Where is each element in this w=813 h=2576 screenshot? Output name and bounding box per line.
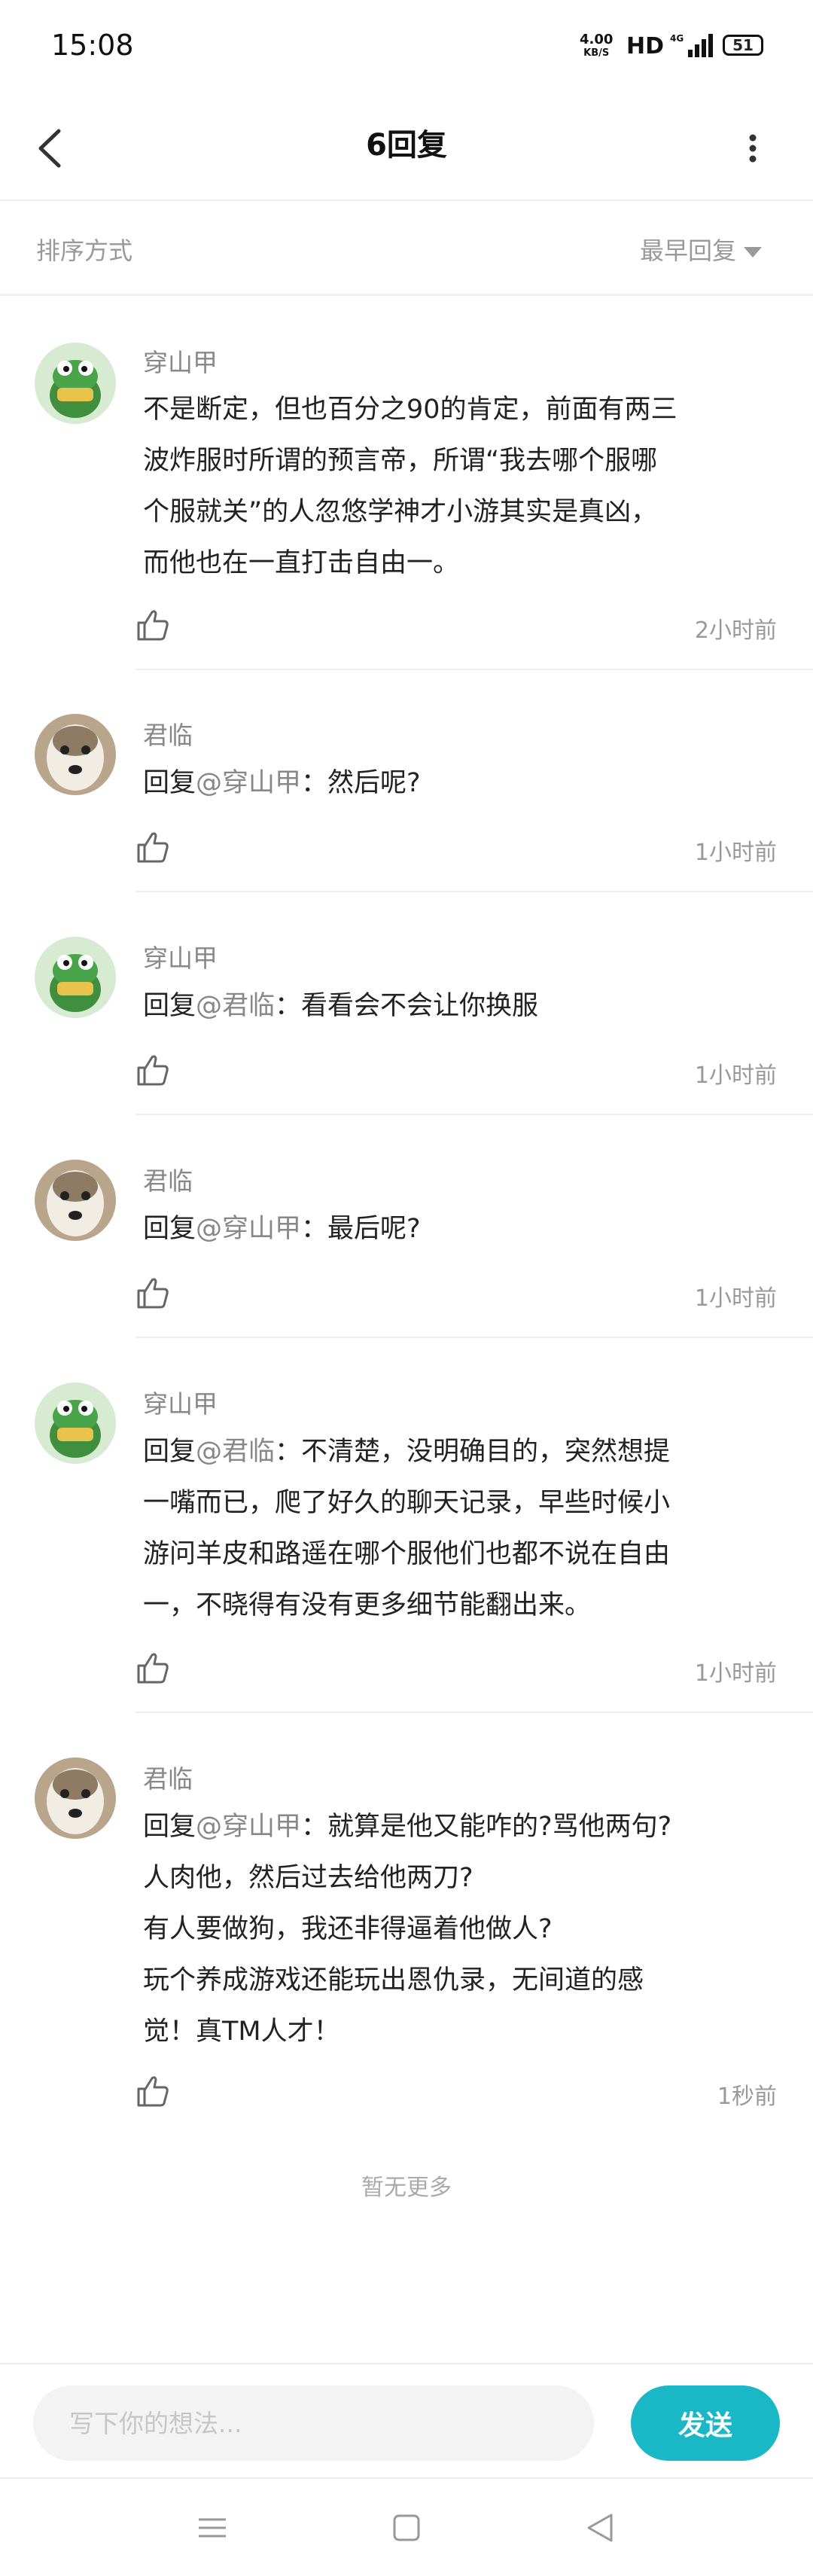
comment-time: 1小时前: [694, 1062, 777, 1089]
comment-time: 2小时前: [694, 617, 777, 644]
comment-author[interactable]: 君临: [143, 1161, 193, 1197]
sort-dropdown[interactable]: 最早回复: [640, 232, 763, 267]
svg-text:4G: 4G: [670, 33, 684, 44]
menu-icon: [199, 2518, 226, 2538]
back-nav-button[interactable]: [571, 2501, 631, 2554]
like-button[interactable]: [134, 1649, 172, 1687]
more-options-button[interactable]: [730, 114, 775, 182]
comment-time: 1小时前: [694, 1660, 777, 1687]
status-bar: 15:08 4.00 KB/S HD 4G 51: [0, 0, 813, 98]
avatar[interactable]: [35, 1757, 116, 1839]
send-button[interactable]: 发送: [631, 2385, 780, 2461]
comment-content: 回复@君临：看看会不会让你换服: [143, 991, 539, 1021]
comment-content: 回复@穿山甲：就算是他又能咋的?骂他两句? 人肉他，然后过去给他两刀? 有人要做…: [143, 1812, 672, 2047]
thumbs-up-icon: [137, 1055, 169, 1086]
thumbs-up-icon: [137, 2076, 169, 2107]
avatar[interactable]: [35, 1383, 116, 1464]
mention-link[interactable]: @君临: [196, 991, 275, 1021]
like-button[interactable]: [134, 1051, 172, 1089]
avatar[interactable]: [35, 343, 116, 424]
sort-label: 排序方式: [36, 236, 133, 265]
green-frog-avatar-icon: [35, 343, 116, 424]
status-time: 15:08: [51, 29, 134, 62]
comment-content: 不是断定，但也百分之90的肯定，前面有两三 波炸服时所谓的预言帝，所谓“我去哪个…: [143, 395, 678, 578]
more-vertical-icon: [749, 134, 757, 163]
thumbs-up-icon: [137, 1653, 169, 1684]
sort-selected-value: 最早回复: [640, 236, 737, 265]
signal-icon: 4G: [670, 32, 717, 59]
system-nav-bar: [0, 2477, 813, 2576]
mention-link[interactable]: @穿山甲: [196, 768, 301, 798]
reply-bar: 发送: [0, 2363, 813, 2477]
mention-link[interactable]: @君临: [196, 1437, 275, 1467]
like-button[interactable]: [134, 2072, 172, 2110]
comment-content: 回复@穿山甲：最后呢?: [143, 1214, 421, 1244]
comment-content: 回复@君临：不清楚，没明确目的，突然想提 一嘴而已，爬了好久的聊天记录，早些时候…: [143, 1437, 671, 1620]
comment-content: 回复@穿山甲：然后呢?: [143, 768, 421, 798]
menu-nav-button[interactable]: [182, 2501, 242, 2554]
sort-bar: 排序方式 最早回复: [0, 202, 813, 294]
avatar[interactable]: [35, 714, 116, 795]
comment-author[interactable]: 穿山甲: [143, 343, 218, 379]
dog-avatar-icon: [35, 714, 116, 795]
comment-author[interactable]: 君临: [143, 1759, 193, 1795]
comment-divider: [136, 1114, 813, 1115]
reply-input[interactable]: [33, 2385, 594, 2461]
comment-time: 1小时前: [694, 840, 777, 866]
back-triangle-icon: [587, 2514, 613, 2542]
comment-divider: [136, 669, 813, 670]
header: 6回复: [0, 98, 813, 200]
home-square-icon: [393, 2514, 420, 2541]
like-button[interactable]: [134, 606, 172, 644]
thumbs-up-icon: [137, 832, 169, 863]
like-button[interactable]: [134, 828, 172, 866]
thumbs-up-icon: [137, 1278, 169, 1309]
dog-avatar-icon: [35, 1757, 116, 1839]
thumbs-up-icon: [137, 610, 169, 641]
like-button[interactable]: [134, 1274, 172, 1312]
page-title: 6回复: [366, 128, 447, 163]
sort-divider: [0, 294, 813, 296]
green-frog-avatar-icon: [35, 937, 116, 1018]
chevron-down-icon: [744, 247, 763, 258]
comment-divider: [136, 891, 813, 892]
home-nav-button[interactable]: [376, 2501, 437, 2554]
network-speed: 4.00 KB/S: [580, 32, 614, 59]
hd-indicator: HD: [626, 33, 665, 59]
avatar[interactable]: [35, 1160, 116, 1241]
comment-author[interactable]: 君临: [143, 715, 193, 751]
comment-time: 1小时前: [694, 1285, 777, 1312]
comment-divider: [136, 1712, 813, 1713]
header-divider: [0, 200, 813, 201]
comment-divider: [136, 1337, 813, 1338]
dog-avatar-icon: [35, 1160, 116, 1241]
mention-link[interactable]: @穿山甲: [196, 1812, 301, 1842]
comment-author[interactable]: 穿山甲: [143, 938, 218, 974]
comment-author[interactable]: 穿山甲: [143, 1384, 218, 1420]
mention-link[interactable]: @穿山甲: [196, 1214, 301, 1244]
battery-icon: 51: [723, 35, 763, 56]
no-more-text: 暂无更多: [361, 2175, 452, 2201]
green-frog-avatar-icon: [35, 1383, 116, 1464]
comment-time: 1秒前: [717, 2084, 777, 2110]
avatar[interactable]: [35, 937, 116, 1018]
